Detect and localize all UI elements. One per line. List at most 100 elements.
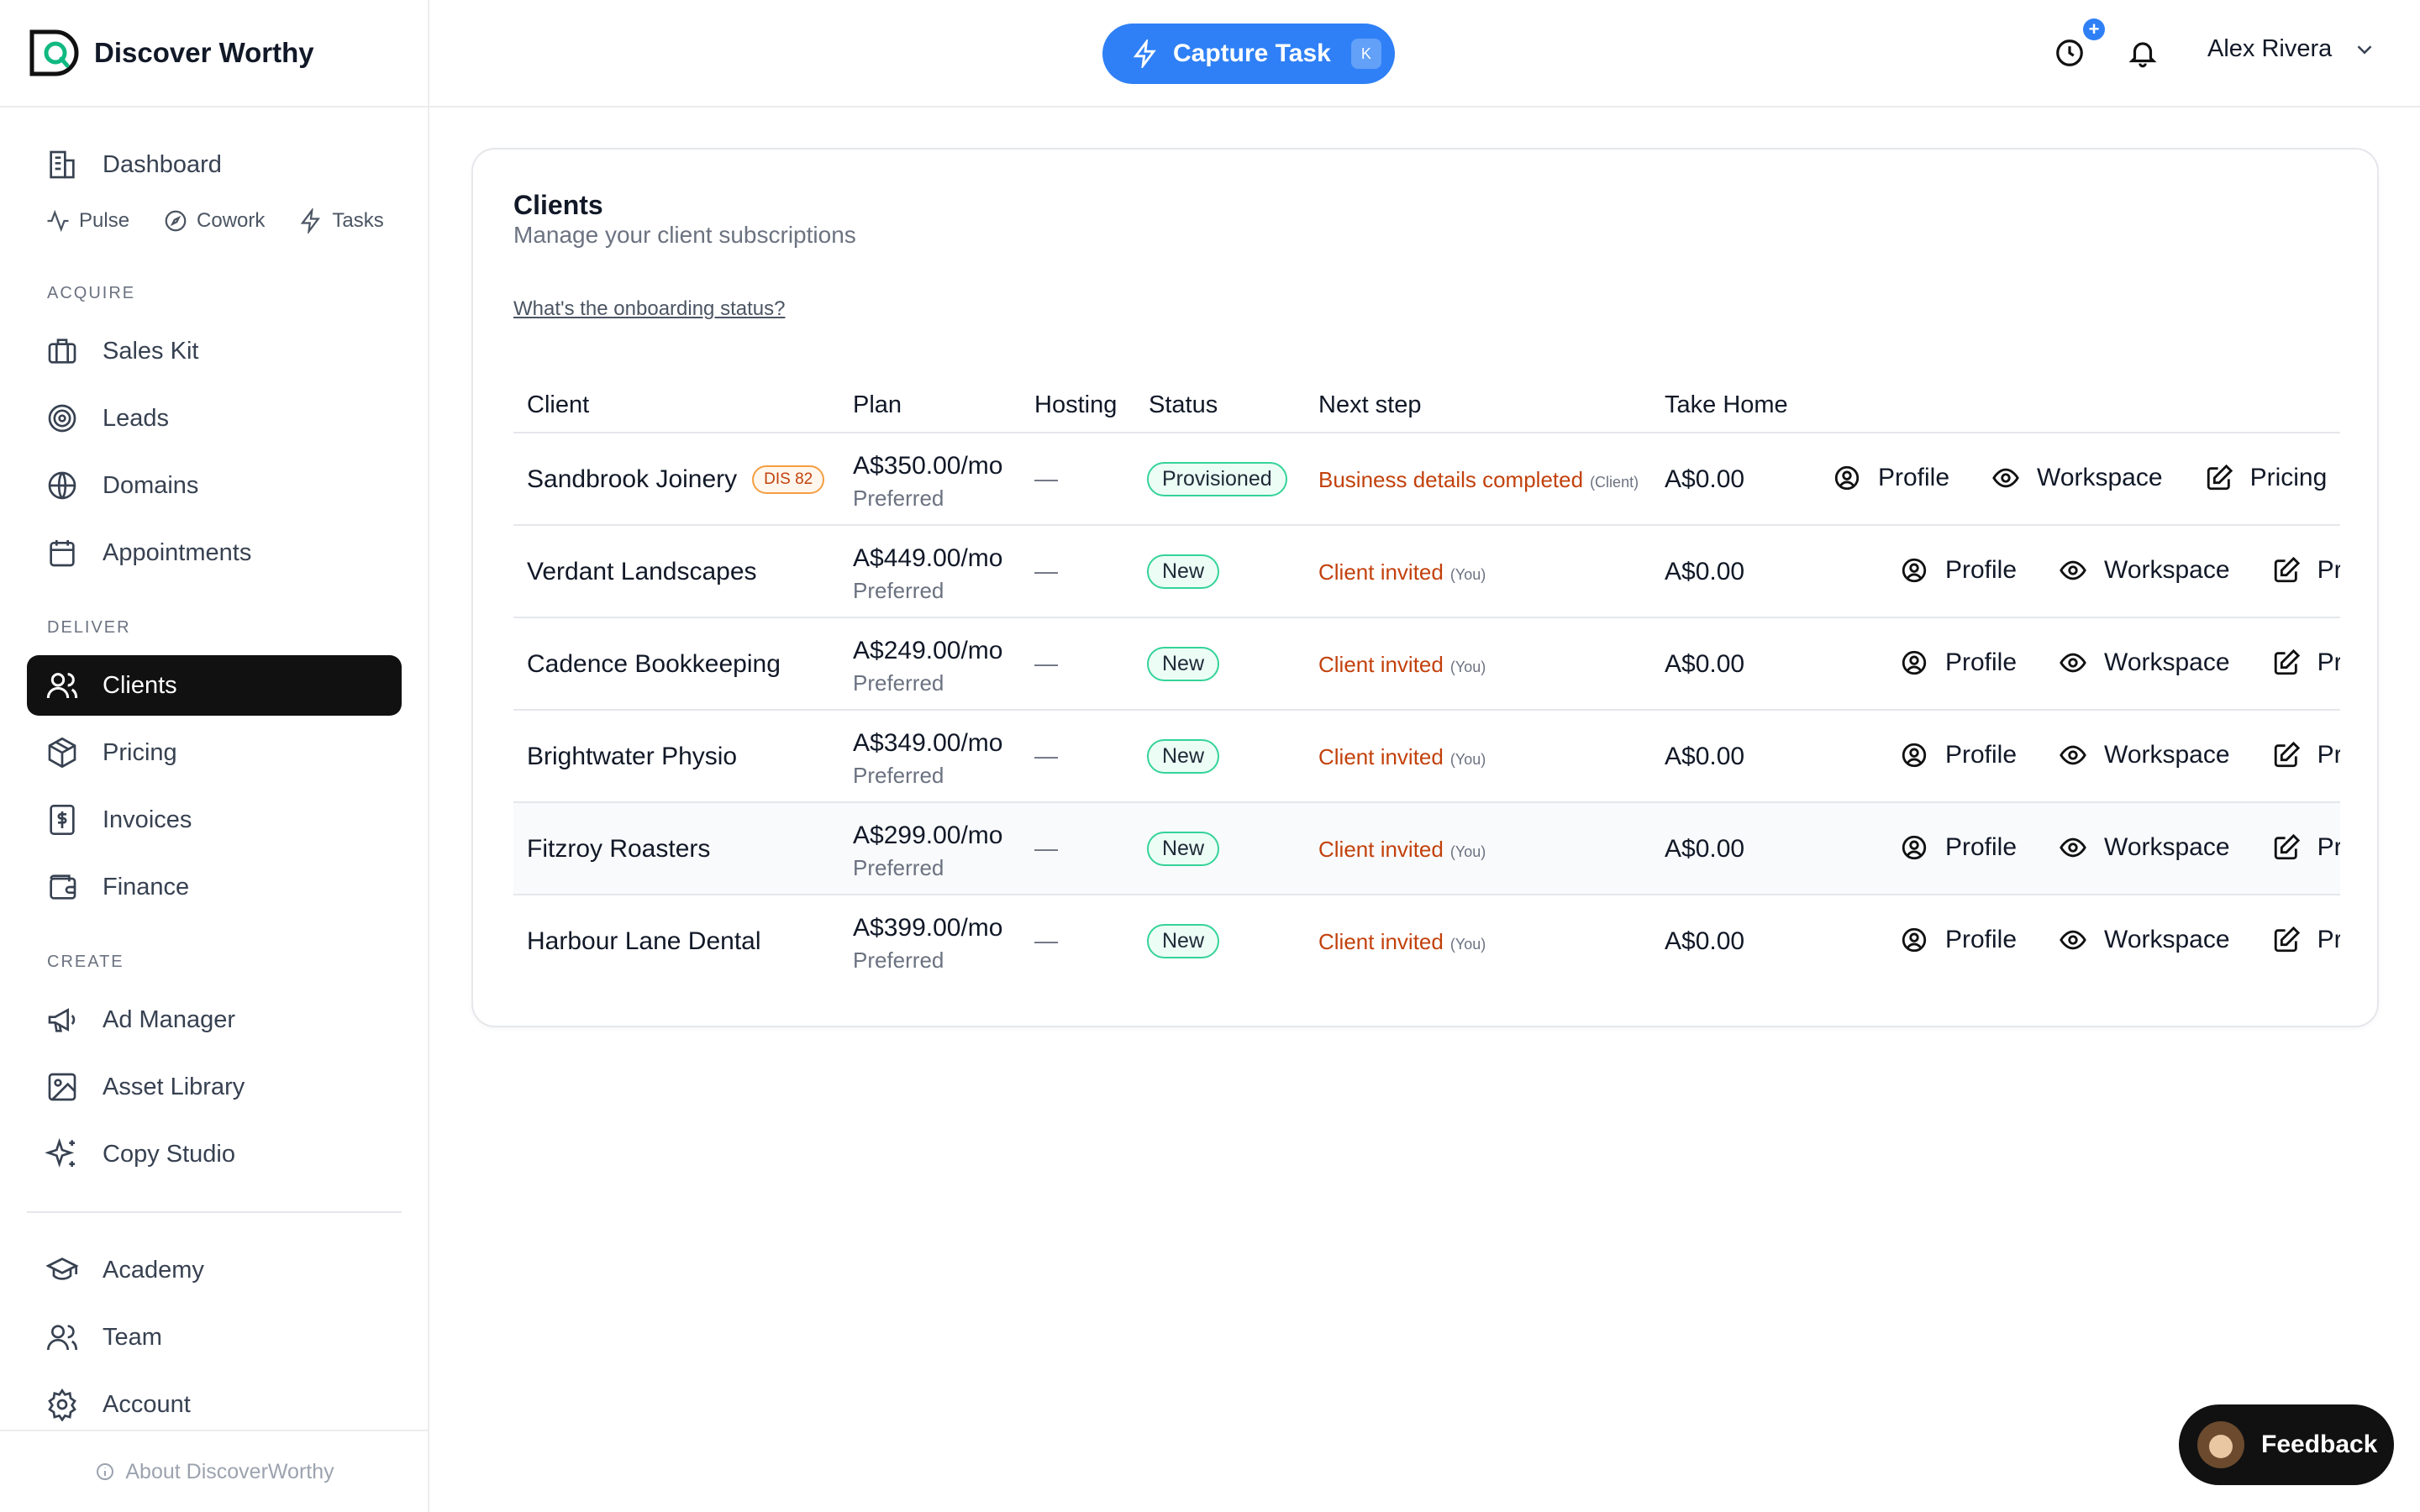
table-row[interactable]: Cadence Bookkeeping A$249.00/mo Preferre… xyxy=(513,618,2340,711)
next-step-owner: (You) xyxy=(1449,936,1486,953)
brand[interactable]: Discover Worthy xyxy=(0,0,429,108)
capture-task-button[interactable]: Capture Task K xyxy=(1102,24,1395,84)
sidebar-item-label: Clients xyxy=(103,671,177,699)
next-step-owner: (Client) xyxy=(1590,474,1639,491)
profile-button[interactable]: Profile xyxy=(1900,556,2017,585)
sidebar-item-sales-kit[interactable]: Sales Kit xyxy=(27,321,402,381)
sidebar-item-finance[interactable]: Finance xyxy=(27,857,402,917)
pricing-edit-button[interactable]: Pricing xyxy=(2205,464,2327,492)
status-badge: New xyxy=(1147,647,1220,681)
sidebar-item-appointments[interactable]: Appointments xyxy=(27,522,402,583)
workspace-button[interactable]: Workspace xyxy=(1991,464,2163,492)
profile-button[interactable]: Profile xyxy=(1900,926,2017,954)
sidebar-item-label: Asset Library xyxy=(103,1073,245,1100)
client-name-cell[interactable]: Cadence Bookkeeping xyxy=(527,650,781,679)
pricing-edit-button[interactable]: Pr xyxy=(2272,648,2340,677)
workspace-button[interactable]: Workspace xyxy=(2059,833,2230,862)
sidebar-item-label: Academy xyxy=(103,1256,204,1284)
table-row[interactable]: Verdant Landscapes A$449.00/mo Preferred… xyxy=(513,526,2340,618)
feedback-button[interactable]: Feedback xyxy=(2179,1404,2394,1485)
invoice-dollar-icon xyxy=(50,805,75,835)
take-home-value: A$0.00 xyxy=(1665,650,1745,678)
user-name: Alex Rivera xyxy=(2207,35,2333,62)
pricing-edit-button[interactable]: Pr xyxy=(2272,741,2340,769)
client-name-cell[interactable]: Harbour Lane Dental xyxy=(527,927,761,956)
pricing-label: Pr xyxy=(2317,741,2340,769)
plan-tier: Preferred xyxy=(853,763,944,788)
table-row[interactable]: Brightwater Physio A$349.00/mo Preferred… xyxy=(513,711,2340,803)
sidebar-item-asset-library[interactable]: Asset Library xyxy=(27,1057,402,1117)
quick-link-tasks[interactable]: Tasks xyxy=(298,208,384,234)
quick-link-pulse[interactable]: Pulse xyxy=(45,208,129,234)
history-button[interactable] xyxy=(2050,34,2089,72)
profile-button[interactable]: Profile xyxy=(1900,741,2017,769)
column-header-next-step[interactable]: Next step xyxy=(1318,391,1422,419)
column-header-client[interactable]: Client xyxy=(527,391,589,419)
lightning-icon xyxy=(301,208,321,234)
client-name: Cadence Bookkeeping xyxy=(527,650,781,678)
section-label-create: CREATE xyxy=(47,953,124,971)
sidebar-item-invoices[interactable]: Invoices xyxy=(27,790,402,850)
pricing-edit-button[interactable]: Pr xyxy=(2272,556,2340,585)
sidebar-item-team[interactable]: Team xyxy=(27,1307,402,1368)
workspace-button[interactable]: Workspace xyxy=(2059,648,2230,677)
building-icon xyxy=(50,150,75,179)
hosting-value: — xyxy=(1034,558,1058,584)
eye-icon xyxy=(2060,560,2086,580)
quick-link-cowork[interactable]: Cowork xyxy=(163,208,265,234)
client-name-cell[interactable]: Verdant Landscapes xyxy=(527,558,757,586)
profile-button[interactable]: Profile xyxy=(1833,464,1949,492)
row-actions: Profile Workspace Pr xyxy=(1900,556,2340,585)
profile-button[interactable]: Profile xyxy=(1900,833,2017,862)
pricing-edit-button[interactable]: Pr xyxy=(2272,833,2340,862)
profile-label: Profile xyxy=(1945,833,2018,861)
take-home-value: A$0.00 xyxy=(1665,558,1745,585)
sidebar-item-leads[interactable]: Leads xyxy=(27,388,402,449)
gear-icon xyxy=(48,1388,76,1421)
sidebar-item-account[interactable]: Account xyxy=(27,1374,402,1435)
sidebar-item-academy[interactable]: Academy xyxy=(27,1240,402,1300)
hosting-value: — xyxy=(1034,835,1058,861)
profile-button[interactable]: Profile xyxy=(1900,648,2017,677)
client-name-cell[interactable]: Sandbrook Joinery DIS 82 xyxy=(527,465,825,494)
avatar xyxy=(2197,1421,2244,1468)
column-header-take-home[interactable]: Take Home xyxy=(1665,391,1788,419)
table-row[interactable]: Sandbrook Joinery DIS 82 A$350.00/mo Pre… xyxy=(513,433,2340,526)
sidebar-item-domains[interactable]: Domains xyxy=(27,455,402,516)
workspace-button[interactable]: Workspace xyxy=(2059,741,2230,769)
sidebar-item-pricing[interactable]: Pricing xyxy=(27,722,402,783)
status-badge: New xyxy=(1147,924,1220,958)
eye-icon xyxy=(2060,745,2086,765)
workspace-button[interactable]: Workspace xyxy=(2059,556,2230,585)
plan-amount: A$349.00/mo xyxy=(853,729,1003,757)
about-link[interactable]: About DiscoverWorthy xyxy=(0,1430,429,1512)
row-actions: Profile Workspace Pr xyxy=(1900,741,2340,769)
next-step-owner: (You) xyxy=(1449,843,1486,860)
user-circle-icon xyxy=(1902,558,1927,583)
edit-icon xyxy=(2274,556,2300,583)
target-icon xyxy=(48,404,76,433)
next-step-text: Client invited xyxy=(1318,744,1444,769)
sidebar-item-dashboard[interactable]: Dashboard xyxy=(27,134,402,195)
column-header-hosting[interactable]: Hosting xyxy=(1034,391,1117,419)
onboarding-status-link[interactable]: What's the onboarding status? xyxy=(513,297,785,321)
sparkles-icon xyxy=(45,1137,75,1168)
column-header-status[interactable]: Status xyxy=(1149,391,1218,419)
status-badge: New xyxy=(1147,832,1220,866)
sidebar-item-copy-studio[interactable]: Copy Studio xyxy=(27,1124,402,1184)
sidebar-item-ad-manager[interactable]: Ad Manager xyxy=(27,990,402,1050)
client-name-cell[interactable]: Fitzroy Roasters xyxy=(527,835,710,864)
sidebar-item-label: Pricing xyxy=(103,738,177,766)
shortcut-key-badge: K xyxy=(1350,39,1381,69)
profile-label: Profile xyxy=(1945,648,2018,676)
sidebar-item-label: Sales Kit xyxy=(103,337,199,365)
client-name-cell[interactable]: Brightwater Physio xyxy=(527,743,737,771)
column-header-plan[interactable]: Plan xyxy=(853,391,902,419)
table-row[interactable]: Harbour Lane Dental A$399.00/mo Preferre… xyxy=(513,895,2340,988)
sidebar-item-clients[interactable]: Clients xyxy=(27,655,402,716)
workspace-button[interactable]: Workspace xyxy=(2059,926,2230,954)
user-menu[interactable]: Alex Rivera xyxy=(2207,35,2377,63)
pricing-edit-button[interactable]: Pr xyxy=(2272,926,2340,954)
table-row[interactable]: Fitzroy Roasters A$299.00/mo Preferred —… xyxy=(513,803,2340,895)
notifications-button[interactable] xyxy=(2123,34,2162,72)
